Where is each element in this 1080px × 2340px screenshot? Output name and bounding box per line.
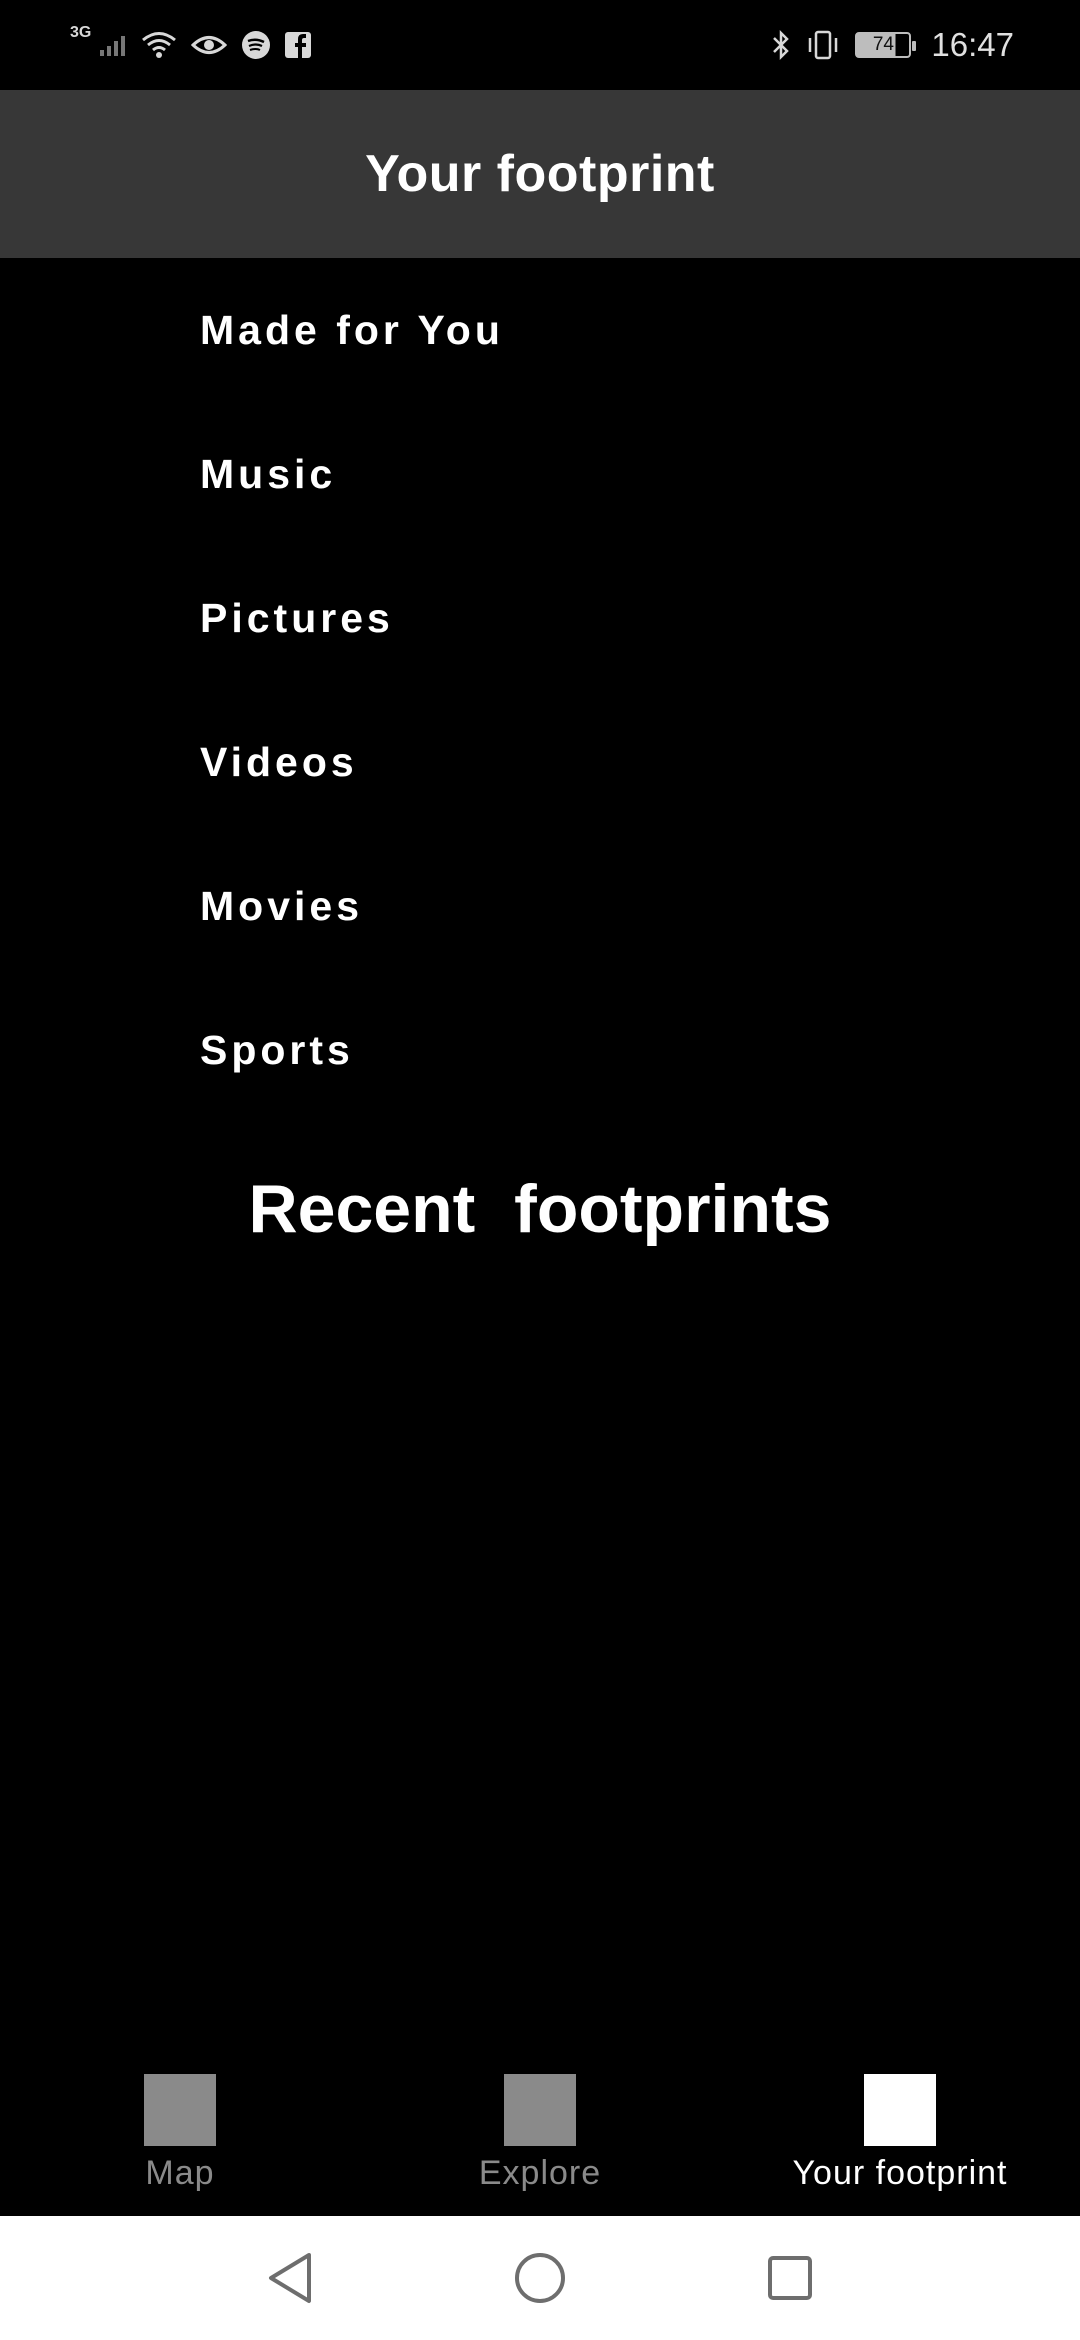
home-icon[interactable] xyxy=(510,2248,570,2308)
recents-icon[interactable] xyxy=(760,2248,820,2308)
nav-tab-label: Explore xyxy=(478,2154,602,2192)
category-list: Made for You Music Pictures Videos Movie… xyxy=(200,258,1020,1122)
battery-level: 74 xyxy=(872,34,894,55)
bottom-nav: Map Explore Your footprint xyxy=(0,2060,1080,2216)
back-icon[interactable] xyxy=(260,2248,320,2308)
vibrate-icon xyxy=(805,30,841,60)
footprint-icon xyxy=(864,2074,936,2146)
wifi-icon xyxy=(141,31,177,59)
category-item-made-for-you[interactable]: Made for You xyxy=(200,258,1020,402)
battery-icon: 74 xyxy=(855,32,917,58)
nav-tab-label: Map xyxy=(145,2154,215,2192)
category-item-movies[interactable]: Movies xyxy=(200,834,1020,978)
category-item-music[interactable]: Music xyxy=(200,402,1020,546)
clock: 16:47 xyxy=(931,26,1014,63)
page-title: Your footprint xyxy=(365,145,715,203)
status-left: 3G xyxy=(70,24,312,60)
explore-icon xyxy=(504,2074,576,2146)
map-icon xyxy=(144,2074,216,2146)
bluetooth-icon xyxy=(771,29,791,61)
nav-tab-label: Your footprint xyxy=(792,2154,1008,2192)
status-right: 74 16:47 xyxy=(771,26,1014,64)
spotify-icon xyxy=(241,30,271,60)
status-bar: 3G 74 16:47 xyxy=(0,0,1080,90)
recent-footprints-heading: Recent footprints xyxy=(248,1171,832,1247)
category-item-sports[interactable]: Sports xyxy=(200,978,1020,1122)
category-item-videos[interactable]: Videos xyxy=(200,690,1020,834)
nav-tab-explore[interactable]: Explore xyxy=(360,2060,720,2216)
category-item-pictures[interactable]: Pictures xyxy=(200,546,1020,690)
facebook-icon xyxy=(285,32,312,58)
app-screen: 3G 74 16:47 Your footprint Made for You … xyxy=(0,0,1080,2340)
system-nav-bar xyxy=(0,2216,1080,2340)
network-type-label: 3G xyxy=(70,24,92,41)
app-bar: Your footprint xyxy=(0,90,1080,258)
nav-tab-your-footprint[interactable]: Your footprint xyxy=(720,2060,1080,2216)
signal-icon xyxy=(99,33,127,57)
nav-tab-map[interactable]: Map xyxy=(0,2060,360,2216)
eye-icon xyxy=(191,32,228,58)
